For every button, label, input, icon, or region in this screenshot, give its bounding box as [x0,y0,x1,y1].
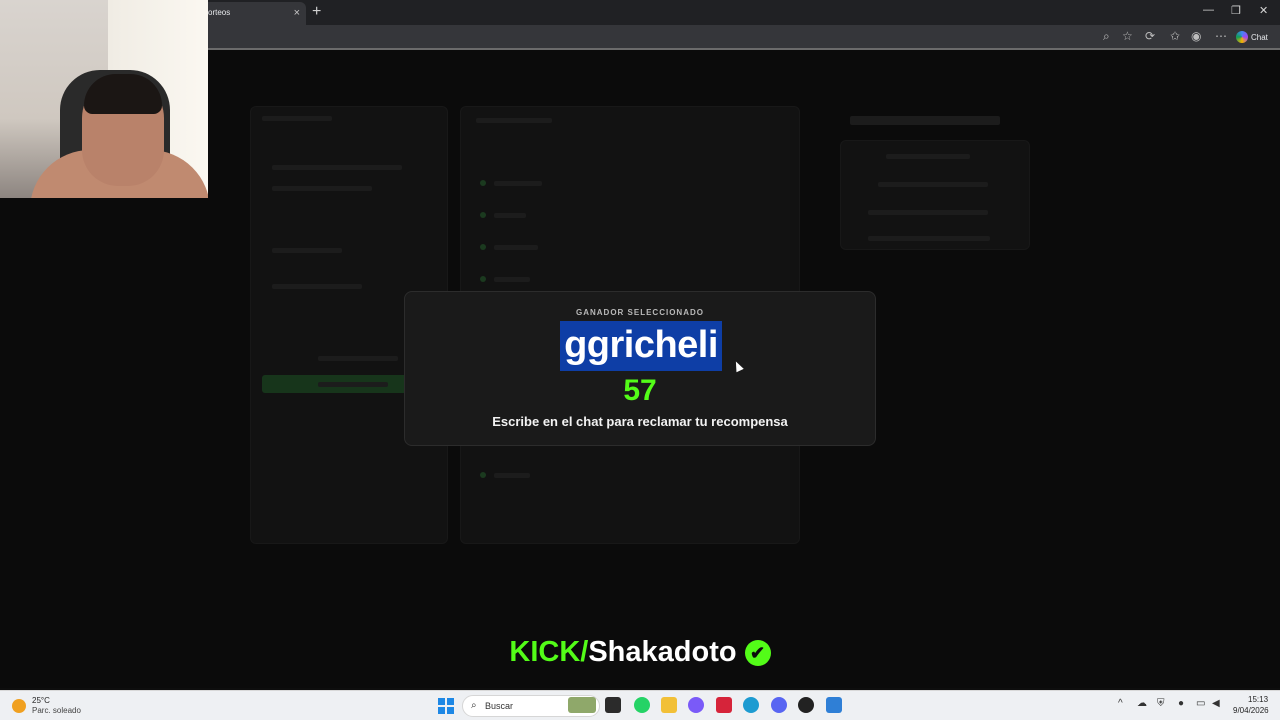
notepad-icon[interactable] [826,697,842,713]
panel-row [272,186,372,191]
restore-icon[interactable]: ❐ [1231,4,1241,17]
microphone-icon[interactable]: ● [1178,698,1184,709]
chat-label: Chat [1251,32,1268,42]
kick-logo-text: KICK/ [509,636,589,668]
participant-name [494,181,542,186]
participant-name [494,245,538,250]
minimize-icon[interactable]: — [1203,4,1214,16]
tab-close-icon[interactable]: × [294,2,300,24]
copilot-icon [1236,31,1248,43]
panel-heading [262,116,332,121]
participant-status-dot [480,180,486,186]
participant-name [494,473,530,478]
clock-date[interactable]: 9/04/2026 [1233,706,1269,715]
obs-icon[interactable] [798,697,814,713]
participant-name [494,277,530,282]
weather-description: Parc. soleado [32,706,81,715]
search-placeholder: Buscar [485,701,514,711]
extensions-icon[interactable]: ⟳ [1145,29,1155,43]
chat-button[interactable]: Chat [1236,29,1268,45]
security-icon[interactable]: ⛨ [1157,698,1165,709]
kick-watermark: KICK/Shakadoto ✔ [0,636,1280,669]
participant-status-dot [480,472,486,478]
zoom-icon[interactable]: ⌕ [1103,29,1110,44]
verified-icon: ✔ [744,639,771,666]
favorites-icon[interactable]: ✩ [1170,29,1180,43]
webcam-overlay [0,0,208,198]
discord-icon[interactable] [771,697,787,713]
start-button[interactable] [438,698,454,714]
clock-time[interactable]: 15:13 [1248,695,1268,704]
windows-logo-pane [447,698,454,705]
whatsapp-icon[interactable] [634,697,650,713]
display-icon[interactable]: ▭ [1196,698,1205,709]
claim-instructions: Escribe en el chat para reclamar tu reco… [492,414,788,429]
show-hidden-icons-icon[interactable]: ^ [1118,698,1123,709]
new-tab-button[interactable]: + [312,3,321,21]
winner-name[interactable]: ggricheli [560,321,722,371]
panel-row [272,248,342,253]
panel-row [272,284,362,289]
screen: orteos × + — ❐ ✕ ⌕ ☆ ⟳ ✩ ◉ ⋯ Chat GANADO… [0,0,1280,720]
search-highlight-icon [568,697,596,713]
participant-name [494,213,526,218]
panel-row [318,382,388,387]
windows-logo-pane [438,707,445,714]
history-row [868,236,990,241]
participants-heading [476,118,552,123]
more-menu-icon[interactable]: ⋯ [1215,29,1227,43]
history-row [868,210,988,215]
browser-tab[interactable]: orteos × [198,2,306,25]
onedrive-icon[interactable]: ☁ [1137,698,1147,709]
file-explorer-icon[interactable] [661,697,677,713]
weather-temperature: 25°C [32,696,50,705]
windows-logo-pane [438,698,445,705]
channel-name: Shakadoto [588,636,737,668]
search-icon: ⌕ [471,700,477,711]
winner-number: 57 [623,374,657,407]
close-window-icon[interactable]: ✕ [1259,4,1268,17]
panel-row [272,165,402,170]
profile-icon[interactable]: ◉ [1191,29,1201,43]
participant-status-dot [480,276,486,282]
history-row [886,154,970,159]
modal-label: GANADOR SELECCIONADO [575,308,704,317]
weather-icon[interactable] [12,699,26,713]
winner-modal: GANADOR SELECCIONADO ggricheli 57 Escrib… [404,291,876,446]
panel-row [318,356,398,361]
bookmark-star-icon[interactable]: ☆ [1122,29,1133,43]
edge-browser-icon[interactable] [743,697,759,713]
history-row [878,182,988,187]
volume-icon[interactable]: ◀ [1212,698,1220,709]
participant-status-dot [480,244,486,250]
copilot-app-icon[interactable] [688,697,704,713]
last-winner-heading [850,116,1000,125]
tab-title: orteos [208,8,231,17]
task-view-icon[interactable] [605,697,621,713]
participant-status-dot [480,212,486,218]
wps-office-icon[interactable] [716,697,732,713]
windows-logo-pane [447,707,454,714]
